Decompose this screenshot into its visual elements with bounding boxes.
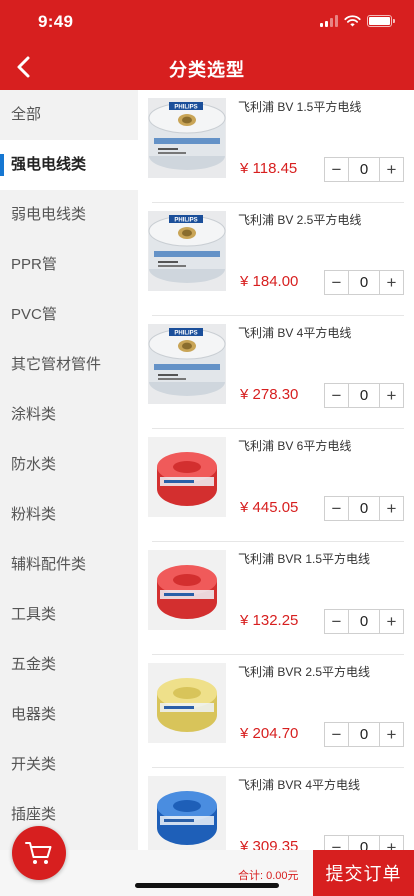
product-image[interactable]: [148, 663, 226, 743]
cart-icon: [25, 842, 52, 864]
product-row[interactable]: 飞利浦 BVR 2.5平方电线 ¥ 204.70 −0 +: [138, 655, 414, 768]
increment-button[interactable]: +: [380, 497, 403, 520]
product-name: 飞利浦 BVR 2.5平方电线: [238, 665, 371, 679]
product-image[interactable]: PHILIPS: [148, 324, 226, 404]
quantity-stepper: −0 +: [324, 609, 404, 634]
sidebar-category-item[interactable]: 强电电线类: [0, 140, 138, 190]
brand-label: PHILIPS: [174, 331, 197, 337]
app-header: 9:49 分类选型: [0, 0, 414, 90]
quantity-input[interactable]: 0: [348, 384, 380, 407]
product-row[interactable]: PHILIPS 飞利浦 BV 2.5平方电线 ¥ 184.00 −0 +: [138, 203, 414, 316]
cart-button[interactable]: [12, 826, 66, 880]
product-row[interactable]: 飞利浦 BV 6平方电线 ¥ 445.05 −0 +: [138, 429, 414, 542]
status-icons: [320, 15, 395, 27]
increment-button[interactable]: +: [380, 723, 403, 746]
sidebar-category-item[interactable]: 其它管材管件: [0, 340, 138, 390]
home-indicator: [135, 883, 279, 888]
category-sidebar: 全部 强电电线类 弱电电线类 PPR管 PVC管 其它管材管件 涂料类 防水类 粉料类 辅料配件类…: [0, 90, 138, 896]
quantity-stepper: −0 +: [324, 157, 404, 182]
product-name: 飞利浦 BVR 1.5平方电线: [238, 552, 371, 566]
product-name: 飞利浦 BV 2.5平方电线: [238, 213, 362, 227]
product-image[interactable]: [148, 776, 226, 850]
sidebar-category-item[interactable]: PPR管: [0, 240, 138, 290]
wifi-icon: [344, 15, 361, 27]
increment-button[interactable]: +: [380, 158, 403, 181]
increment-button[interactable]: +: [380, 271, 403, 294]
status-bar: 9:49: [0, 0, 414, 44]
quantity-stepper: −0 +: [324, 270, 404, 295]
quantity-input[interactable]: 0: [348, 610, 380, 633]
quantity-input[interactable]: 0: [348, 836, 380, 850]
nav-bar: 分类选型: [0, 44, 414, 90]
quantity-stepper: −0 +: [324, 835, 404, 850]
product-image[interactable]: PHILIPS: [148, 211, 226, 291]
sidebar-category-item[interactable]: 五金类: [0, 640, 138, 690]
product-row[interactable]: PHILIPS 飞利浦 BV 1.5平方电线 ¥ 118.45 −0 +: [138, 90, 414, 203]
quantity-input[interactable]: 0: [348, 497, 380, 520]
product-name: 飞利浦 BV 1.5平方电线: [238, 100, 362, 114]
order-total: 合计: 0.00元: [238, 870, 299, 882]
product-image[interactable]: PHILIPS: [148, 98, 226, 178]
sidebar-category-item[interactable]: 弱电电线类: [0, 190, 138, 240]
increment-button[interactable]: +: [380, 384, 403, 407]
sidebar-category-item[interactable]: 辅料配件类: [0, 540, 138, 590]
signal-icon: [320, 15, 338, 27]
product-image[interactable]: [148, 437, 226, 517]
sidebar-category-item[interactable]: PVC管: [0, 290, 138, 340]
quantity-input[interactable]: 0: [348, 158, 380, 181]
sidebar-category-item[interactable]: 电器类: [0, 690, 138, 740]
product-price: ¥ 204.70: [240, 725, 299, 742]
quantity-input[interactable]: 0: [348, 723, 380, 746]
quantity-input[interactable]: 0: [348, 271, 380, 294]
product-name: 飞利浦 BV 6平方电线: [238, 439, 352, 453]
product-row[interactable]: 飞利浦 BVR 4平方电线 ¥ 309.35 −0 +: [138, 768, 414, 850]
decrement-button[interactable]: −: [325, 271, 348, 294]
decrement-button[interactable]: −: [325, 384, 348, 407]
sidebar-category-item[interactable]: 粉料类: [0, 490, 138, 540]
brand-label: PHILIPS: [174, 105, 197, 111]
product-list[interactable]: PHILIPS 飞利浦 BV 1.5平方电线 ¥ 118.45−0 + PHILIPS 飞…: [138, 90, 414, 850]
decrement-button[interactable]: −: [325, 723, 348, 746]
sidebar-category-item[interactable]: 涂料类: [0, 390, 138, 440]
decrement-button[interactable]: −: [325, 610, 348, 633]
decrement-button[interactable]: −: [325, 497, 348, 520]
product-name: 飞利浦 BVR 4平方电线: [238, 778, 361, 792]
product-price: ¥ 118.45: [240, 160, 298, 177]
sidebar-category-item[interactable]: 开关类: [0, 740, 138, 790]
page-title: 分类选型: [169, 60, 245, 80]
sidebar-category-item[interactable]: 防水类: [0, 440, 138, 490]
product-row[interactable]: 飞利浦 BVR 1.5平方电线 ¥ 132.25 −0 +: [138, 542, 414, 655]
quantity-stepper: −0 +: [324, 383, 404, 408]
product-price: ¥ 309.35: [240, 838, 299, 850]
product-row[interactable]: PHILIPS 飞利浦 BV 4平方电线 ¥ 278.30 −0 +: [138, 316, 414, 429]
product-name: 飞利浦 BV 4平方电线: [238, 326, 352, 340]
product-price: ¥ 278.30: [240, 386, 299, 403]
decrement-button[interactable]: −: [325, 158, 348, 181]
product-price: ¥ 132.25: [240, 612, 299, 629]
product-image[interactable]: [148, 550, 226, 630]
sidebar-category-item[interactable]: 工具类: [0, 590, 138, 640]
brand-label: PHILIPS: [174, 218, 197, 224]
product-price: ¥ 445.05: [240, 499, 299, 516]
quantity-stepper: −0 +: [324, 722, 404, 747]
decrement-button[interactable]: −: [325, 836, 348, 851]
product-price: ¥ 184.00: [240, 273, 299, 290]
battery-icon: [367, 15, 395, 27]
increment-button[interactable]: +: [380, 836, 403, 851]
sidebar-category-item[interactable]: 全部: [0, 90, 138, 140]
quantity-stepper: −0 +: [324, 496, 404, 521]
submit-order-button[interactable]: 提交订单: [313, 850, 414, 896]
status-time: 9:49: [38, 12, 74, 31]
increment-button[interactable]: +: [380, 610, 403, 633]
